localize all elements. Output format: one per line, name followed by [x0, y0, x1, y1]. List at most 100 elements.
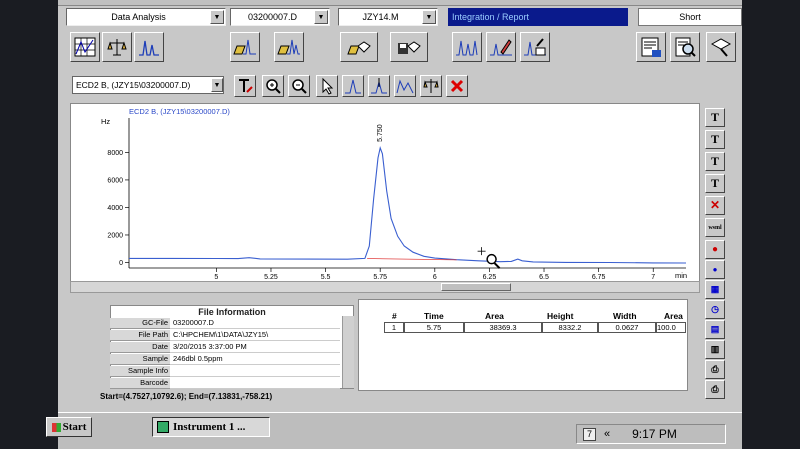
tray-expand-icon[interactable]: «: [604, 428, 610, 440]
font-button[interactable]: wsml: [705, 218, 725, 237]
chevron-down-icon[interactable]: ▼: [210, 10, 224, 24]
printer-setup-button[interactable]: ⎙: [705, 380, 725, 399]
table-cell[interactable]: 38369.3: [464, 322, 542, 333]
zoom-out-icon: [292, 79, 307, 94]
signal-view-button[interactable]: [134, 32, 164, 62]
pen-button[interactable]: ●: [705, 260, 725, 279]
open-folder-peaks-icon: [233, 39, 256, 55]
signal-selector[interactable]: ECD2 B, (JZY15\03200007.D) ▼: [72, 76, 224, 94]
zoom-in-icon: [266, 79, 281, 94]
integrate-button[interactable]: [452, 32, 482, 62]
file-info-label: File Path: [110, 330, 170, 341]
manual-integration-button[interactable]: [486, 32, 516, 62]
report-settings-button[interactable]: [706, 32, 736, 62]
data-analysis-view-button[interactable]: [70, 32, 100, 62]
save-method-button[interactable]: [390, 32, 428, 62]
report-magnifier-icon: [675, 37, 696, 57]
table-cell[interactable]: 8332.2: [542, 322, 598, 333]
print-report-button[interactable]: [636, 32, 666, 62]
table-cell[interactable]: 0.0627: [598, 322, 656, 333]
x-tick-label: 5.5: [321, 274, 331, 281]
datafile-selector[interactable]: 03200007.D ▼: [230, 8, 330, 26]
load-signal-button[interactable]: [230, 32, 260, 62]
text-annotation-button[interactable]: [234, 75, 256, 97]
signal-selector-value: ECD2 B, (JZY15\03200007.D): [76, 80, 191, 90]
zoom-out-button[interactable]: [288, 75, 310, 97]
integrate-peaks-icon: [456, 40, 478, 56]
split-peak-button[interactable]: [394, 75, 416, 97]
file-info-value: [170, 366, 340, 377]
chart-horizontal-scrollbar[interactable]: [70, 281, 700, 293]
view-selector-value: Data Analysis: [111, 12, 166, 22]
file-info-value: 03200007.D: [170, 318, 340, 329]
file-info-scrollbar[interactable]: [342, 316, 354, 388]
column-header-width[interactable]: Width: [613, 311, 637, 321]
file-info-row: Date 3/20/2015 3:37:00 PM: [110, 342, 340, 353]
load-method-button[interactable]: [340, 32, 378, 62]
text-box-tool-button[interactable]: T: [705, 108, 725, 127]
overlay-button[interactable]: ▦: [705, 280, 725, 299]
column-header-number[interactable]: #: [392, 311, 397, 321]
move-text-button[interactable]: T: [705, 152, 725, 171]
chevron-down-icon[interactable]: ▼: [314, 10, 328, 24]
delete-text-button[interactable]: ✕: [705, 196, 725, 215]
select-pointer-button[interactable]: [316, 75, 338, 97]
calibrate-peak-button[interactable]: [420, 75, 442, 97]
report-style-selector[interactable]: Short: [638, 8, 742, 26]
text-tool-button[interactable]: T: [705, 130, 725, 149]
column-header-time[interactable]: Time: [424, 311, 444, 321]
scale-icon: [423, 79, 439, 93]
print-button[interactable]: ⎙: [705, 360, 725, 379]
table-cell[interactable]: 1: [384, 322, 404, 333]
edit-text-button[interactable]: T: [705, 174, 725, 193]
y-axis-ticks: 0 2000 4000 6000 8000: [107, 150, 129, 267]
peak-icon: [345, 79, 361, 94]
grid-chart-icon: [74, 37, 96, 57]
column-header-area[interactable]: Area: [485, 311, 504, 321]
system-tray: 7 « 9:17 PM: [576, 424, 726, 444]
delete-peak-button[interactable]: [446, 75, 468, 97]
file-info-value: C:\HPCHEM\1\DATA\JZY15\: [170, 330, 340, 341]
x-tick-label: 6.5: [539, 274, 549, 281]
chromatogram-chart[interactable]: ECD2 B, (JZY15\03200007.D) Hz min 0 2000 4…: [71, 104, 699, 282]
file-info-label: GC-File: [110, 318, 170, 329]
peak-retention-label: 5.750: [377, 124, 384, 142]
taskbar-item-instrument[interactable]: Instrument 1 ...: [152, 417, 270, 437]
chromatogram-panel[interactable]: ECD2 B, (JZY15\03200007.D) Hz min 0 2000 4…: [70, 103, 700, 293]
file-information-title: File Information: [198, 307, 266, 317]
chevron-down-icon[interactable]: ▼: [422, 10, 436, 24]
column-header-height[interactable]: Height: [547, 311, 573, 321]
load-overlay-button[interactable]: [274, 32, 304, 62]
windows-logo-icon: [51, 422, 61, 432]
file-info-value: 246dbl 0.5ppm: [170, 354, 340, 365]
method-selector-value: JZY14.M: [362, 12, 399, 22]
tray-badge-icon[interactable]: 7: [583, 427, 596, 441]
floppy-book-icon: [398, 41, 421, 54]
preview-report-button[interactable]: [670, 32, 700, 62]
calibration-button[interactable]: [102, 32, 132, 62]
table-cell[interactable]: 5.75: [404, 322, 464, 333]
peak-select-button[interactable]: [342, 75, 364, 97]
view-selector[interactable]: Data Analysis ▼: [66, 8, 226, 26]
table-cell[interactable]: 100.0: [656, 322, 686, 333]
integration-events-button[interactable]: [520, 32, 550, 62]
clock[interactable]: 9:17 PM: [632, 427, 677, 441]
scrollbar-thumb[interactable]: [441, 283, 511, 291]
start-button[interactable]: Start: [46, 417, 92, 437]
stack-button[interactable]: ▤: [705, 320, 725, 339]
peak-arrow-icon: [371, 78, 387, 94]
chart-series: [129, 145, 687, 264]
x-tick-label: 5.25: [264, 274, 278, 281]
integration-report-header: Integration / Report: [448, 8, 628, 26]
x-tick-label: 5: [214, 274, 218, 281]
compare-button[interactable]: ◷: [705, 300, 725, 319]
menu-bar[interactable]: [58, 0, 742, 6]
baseline-button[interactable]: [368, 75, 390, 97]
table-button[interactable]: ▥: [705, 340, 725, 359]
chevron-down-icon[interactable]: ▼: [211, 78, 223, 92]
column-header-area-percent[interactable]: Area: [664, 311, 683, 321]
color-button[interactable]: ●: [705, 240, 725, 259]
x-tick-label: 6.75: [592, 274, 606, 281]
zoom-in-button[interactable]: [262, 75, 284, 97]
method-selector[interactable]: JZY14.M ▼: [338, 8, 438, 26]
